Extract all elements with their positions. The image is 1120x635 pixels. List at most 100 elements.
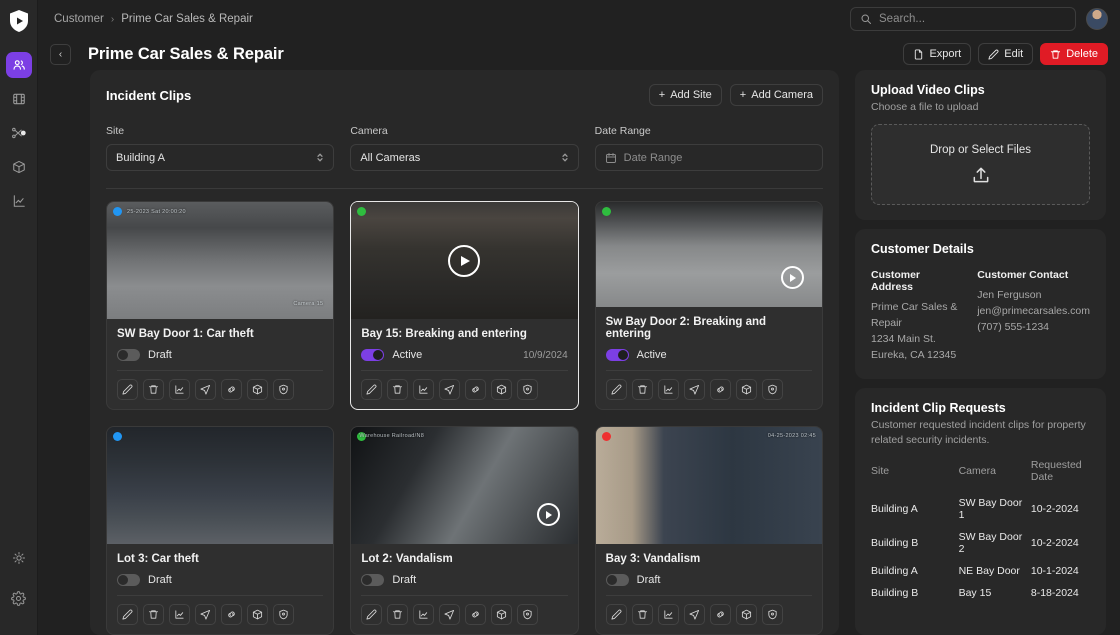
sidebar-item-clips[interactable] [6, 86, 32, 112]
clip-status-toggle[interactable] [361, 574, 384, 586]
clip-thumbnail[interactable]: Warehouse Railroad/N8 [351, 427, 577, 544]
send-action-button[interactable] [195, 379, 216, 400]
send-action-button[interactable] [684, 604, 705, 625]
clip-card[interactable]: 25-2023 Sat 20:00:20 Camera 15 SW Bay Do… [106, 201, 334, 410]
pencil-action-button[interactable] [361, 379, 382, 400]
play-button[interactable] [537, 503, 560, 526]
box-action-button[interactable] [491, 379, 512, 400]
link-action-button[interactable] [465, 604, 486, 625]
box-action-button[interactable] [736, 604, 757, 625]
add-site-button[interactable]: + Add Site [649, 84, 722, 106]
requests-cell-camera: NE Bay Door [959, 560, 1031, 582]
shield-action-button[interactable] [273, 604, 294, 625]
link-action-button[interactable] [710, 379, 731, 400]
shield-action-button[interactable] [517, 604, 538, 625]
site-select[interactable]: Building A [106, 144, 334, 171]
camera-select[interactable]: All Cameras [350, 144, 578, 171]
shield-action-button[interactable] [273, 379, 294, 400]
shield-action-button[interactable] [517, 379, 538, 400]
table-row[interactable]: Building BSW Bay Door 210-2-2024 [871, 526, 1090, 560]
clip-thumbnail[interactable]: 25-2023 Sat 20:00:20 Camera 15 [107, 202, 333, 319]
clip-status-toggle[interactable] [117, 349, 140, 361]
chart-action-button[interactable] [169, 379, 190, 400]
clip-card[interactable]: 04-25-2023 02:45 Bay 3: Vandalism Draft [595, 426, 823, 635]
sidebar-item-customers[interactable] [6, 52, 32, 78]
breadcrumb-parent[interactable]: Customer [54, 13, 104, 25]
search-input[interactable]: Search... [879, 13, 925, 25]
pencil-icon [988, 49, 999, 60]
sidebar-item-packages[interactable] [6, 154, 32, 180]
edit-button[interactable]: Edit [978, 43, 1033, 65]
theme-toggle-sun-icon[interactable] [6, 545, 32, 571]
clip-status-label: Draft [637, 574, 661, 586]
table-row[interactable]: Building ANE Bay Door10-1-2024 [871, 560, 1090, 582]
search-box[interactable]: Search... [850, 7, 1076, 31]
customer-contact-email[interactable]: jen@primecarsales.com [977, 304, 1090, 320]
play-button[interactable] [448, 245, 480, 277]
link-action-button[interactable] [710, 604, 731, 625]
clip-status-toggle[interactable] [606, 349, 629, 361]
shield-action-button[interactable] [762, 604, 783, 625]
trash-action-button[interactable] [143, 379, 164, 400]
send-action-button[interactable] [439, 379, 460, 400]
box-icon [741, 609, 752, 620]
trash-action-button[interactable] [387, 604, 408, 625]
date-range-input[interactable]: Date Range [595, 144, 823, 171]
box-action-button[interactable] [247, 379, 268, 400]
chart-action-button[interactable] [658, 604, 679, 625]
clip-status-toggle[interactable] [606, 574, 629, 586]
box-action-button[interactable] [247, 604, 268, 625]
link-action-button[interactable] [221, 604, 242, 625]
link-action-button[interactable] [465, 379, 486, 400]
pencil-action-button[interactable] [117, 604, 138, 625]
filters-divider [106, 188, 823, 189]
pencil-action-button[interactable] [361, 604, 382, 625]
clip-thumbnail[interactable]: 04-25-2023 02:45 [596, 427, 822, 544]
add-camera-button[interactable]: + Add Camera [730, 84, 823, 106]
chart-action-button[interactable] [658, 379, 679, 400]
export-button[interactable]: Export [903, 43, 971, 65]
app-logo[interactable] [8, 9, 30, 33]
sidebar-item-editor[interactable] [6, 120, 32, 146]
date-range-placeholder: Date Range [624, 152, 683, 164]
trash-icon [148, 609, 159, 620]
table-row[interactable]: Building BBay 158-18-2024 [871, 582, 1090, 604]
clip-thumbnail[interactable] [107, 427, 333, 544]
clip-title: Lot 2: Vandalism [361, 553, 567, 565]
pencil-action-button[interactable] [117, 379, 138, 400]
trash-action-button[interactable] [143, 604, 164, 625]
chart-action-button[interactable] [413, 379, 434, 400]
box-action-button[interactable] [736, 379, 757, 400]
sidebar-item-analytics[interactable] [6, 188, 32, 214]
chart-action-button[interactable] [169, 604, 190, 625]
table-row[interactable]: Building ASW Bay Door 110-2-2024 [871, 492, 1090, 526]
settings-gear-icon[interactable] [6, 585, 32, 611]
avatar[interactable] [1086, 8, 1108, 30]
send-action-button[interactable] [439, 604, 460, 625]
send-action-button[interactable] [684, 379, 705, 400]
requests-cell-camera: SW Bay Door 2 [959, 526, 1031, 560]
clip-card[interactable]: Warehouse Railroad/N8 Lot 2: Vandalism D… [350, 426, 578, 635]
clip-status-toggle[interactable] [117, 574, 140, 586]
pencil-action-button[interactable] [606, 379, 627, 400]
chart-action-button[interactable] [413, 604, 434, 625]
clip-card[interactable]: Sw Bay Door 2: Breaking and entering Act… [595, 201, 823, 410]
back-button[interactable]: ‹ [50, 44, 71, 65]
clip-card[interactable]: Lot 3: Car theft Draft [106, 426, 334, 635]
send-action-button[interactable] [195, 604, 216, 625]
trash-action-button[interactable] [632, 379, 653, 400]
clip-status-toggle[interactable] [361, 349, 384, 361]
box-action-button[interactable] [491, 604, 512, 625]
incident-clips-panel: Incident Clips + Add Site + Add Camera [90, 70, 839, 635]
link-action-button[interactable] [221, 379, 242, 400]
file-dropzone[interactable]: Drop or Select Files [871, 124, 1090, 205]
upload-icon [971, 165, 991, 185]
clip-thumbnail[interactable] [596, 202, 822, 307]
delete-button[interactable]: Delete [1040, 43, 1108, 65]
clip-card[interactable]: Bay 15: Breaking and entering Active 10/… [350, 201, 578, 410]
trash-action-button[interactable] [387, 379, 408, 400]
clip-thumbnail[interactable] [351, 202, 577, 319]
shield-action-button[interactable] [762, 379, 783, 400]
pencil-action-button[interactable] [606, 604, 627, 625]
trash-action-button[interactable] [632, 604, 653, 625]
